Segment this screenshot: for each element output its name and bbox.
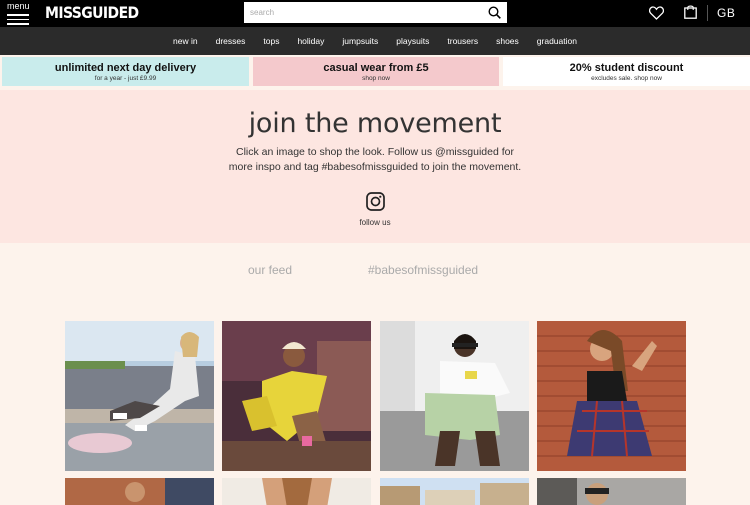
logo[interactable]: MISSGUIDED [45,4,139,22]
menu-label: menu [7,1,30,11]
nav-item-graduation[interactable]: graduation [537,36,577,46]
search-input[interactable] [250,6,470,19]
search-icon[interactable] [488,6,501,19]
feed-image[interactable] [380,478,529,505]
hero-banner: join the movement Click an image to shop… [0,90,750,243]
promo-subtitle: excludes sale. shop now [591,75,662,82]
feed-image[interactable] [65,321,214,471]
nav-item-new-in[interactable]: new in [173,36,198,46]
divider [707,5,708,21]
wishlist-heart-icon[interactable] [649,6,664,20]
promo-subtitle: shop now [362,75,390,82]
hero-description: Click an image to shop the look. Follow … [0,145,750,175]
promo-title: casual wear from £5 [323,62,429,74]
promo-student-discount[interactable]: 20% student discount excludes sale. shop… [503,57,750,86]
tab-babesofmissguided[interactable]: #babesofmissguided [368,263,478,277]
promo-subtitle: for a year - just £9.99 [94,75,157,82]
feed-image[interactable] [537,321,686,471]
nav-item-trousers[interactable]: trousers [447,36,478,46]
nav-item-shoes[interactable]: shoes [496,36,519,46]
nav-item-dresses[interactable]: dresses [216,36,246,46]
hamburger-icon [7,14,31,25]
nav-item-playsuits[interactable]: playsuits [396,36,429,46]
hero-line-2: more inspo and tag #babesofmissguided to… [228,161,522,173]
menu-button[interactable]: menu [7,2,31,28]
feed-image[interactable] [222,478,371,505]
top-bar: menu MISSGUIDED GB [0,0,750,27]
hero-title: join the movement [248,108,502,139]
feed-image[interactable] [222,321,371,471]
nav-item-jumpsuits[interactable]: jumpsuits [342,36,378,46]
hero-line-1: Click an image to shop the look. Follow … [236,146,514,158]
follow-us-link[interactable]: follow us [0,218,750,227]
promo-delivery[interactable]: unlimited next day delivery for a year -… [2,57,249,86]
nav-item-tops[interactable]: tops [263,36,279,46]
nav-item-holiday[interactable]: holiday [297,36,324,46]
tab-our-feed[interactable]: our feed [248,263,292,277]
promo-title: unlimited next day delivery [54,62,197,74]
feed-image[interactable] [537,478,686,505]
main-nav: new in dresses tops holiday jumpsuits pl… [0,27,750,55]
shopping-bag-icon[interactable] [684,5,697,19]
feed-image[interactable] [380,321,529,471]
search-box[interactable] [244,2,507,23]
promo-casual-wear[interactable]: casual wear from £5 shop now [253,57,499,86]
region-selector[interactable]: GB [717,6,735,20]
instagram-icon[interactable] [366,192,385,211]
promo-title: 20% student discount [569,62,684,74]
feed-image[interactable] [65,478,214,505]
